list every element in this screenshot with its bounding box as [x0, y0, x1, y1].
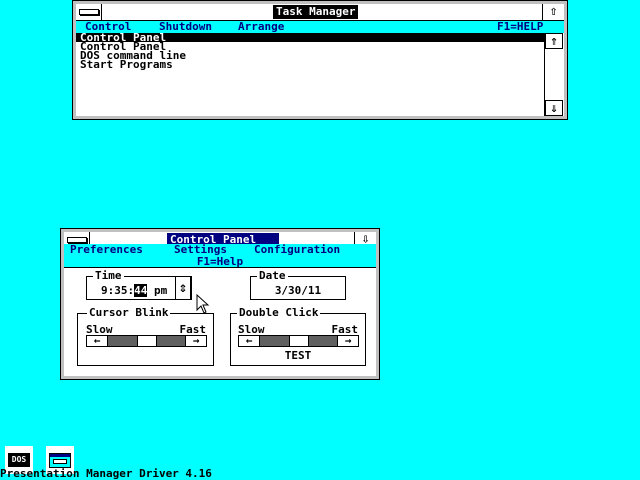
time-hour-min: 9:35:: [101, 284, 135, 297]
slider-left-button[interactable]: ←: [87, 334, 108, 347]
cursor-blink-group: Cursor Blink Slow Fast ← →: [77, 307, 214, 366]
date-group: Date 3/30/11: [250, 270, 346, 300]
task-list-item[interactable]: Start Programs: [76, 59, 545, 70]
time-label: Time: [93, 269, 124, 282]
slider-thumb[interactable]: [136, 336, 157, 346]
slider-right-button[interactable]: →: [337, 334, 358, 347]
time-group: Time 9:35:44 pm ⇕: [86, 270, 192, 300]
scroll-down-button[interactable]: ⇓: [545, 100, 563, 116]
menu-help[interactable]: F1=HELP: [497, 21, 543, 33]
help-line: F1=Help: [64, 256, 376, 268]
system-menu-icon: [79, 9, 99, 15]
double-click-test-area[interactable]: TEST: [231, 350, 365, 362]
task-manager-window: Task Manager ⇧ Control Shutdown Arrange …: [72, 0, 568, 120]
window-icon: [49, 453, 71, 468]
time-ampm: pm: [154, 284, 168, 297]
arrow-left-icon: ←: [93, 334, 101, 347]
menu-configuration[interactable]: Configuration: [254, 244, 340, 256]
restore-icon: ⇧: [549, 4, 558, 19]
scroll-up-button[interactable]: ⇑: [545, 33, 563, 49]
system-menu-button[interactable]: [76, 4, 102, 20]
slider-left-button[interactable]: ←: [239, 334, 260, 347]
arrow-right-icon: →: [192, 334, 200, 347]
time-spin-button[interactable]: ⇕: [175, 276, 191, 300]
menu-arrange[interactable]: Arrange: [238, 21, 284, 33]
double-click-slider[interactable]: ← →: [238, 335, 359, 347]
cursor-blink-label: Cursor Blink: [87, 306, 171, 319]
title-bar[interactable]: Task Manager ⇧: [76, 4, 564, 21]
dos-icon-label: DOS: [11, 455, 27, 464]
arrow-left-icon: ←: [245, 334, 253, 347]
time-field[interactable]: 9:35:44 pm: [101, 284, 168, 297]
restore-button[interactable]: ⇧: [542, 4, 564, 20]
arrow-down-icon: ⇓: [550, 101, 558, 116]
arrow-right-icon: →: [344, 334, 352, 347]
spin-arrows-icon: ⇕: [178, 280, 188, 296]
cursor-blink-slider[interactable]: ← →: [86, 335, 207, 347]
status-text: Presentation Manager Driver 4.16: [0, 467, 212, 480]
menu-shutdown[interactable]: Shutdown: [159, 21, 212, 33]
task-list: Control Panel Control Panel DOS command li…: [76, 32, 545, 116]
double-click-group: Double Click Slow Fast ← → TEST: [230, 307, 366, 366]
time-seconds[interactable]: 44: [134, 284, 148, 297]
window-icon-body: [53, 459, 67, 464]
slider-thumb[interactable]: [288, 336, 309, 346]
date-field[interactable]: 3/30/11: [251, 285, 345, 297]
date-label: Date: [257, 269, 288, 282]
window-title: Task Manager: [273, 5, 359, 19]
window-icon-titlebar: [50, 454, 70, 457]
vertical-scrollbar[interactable]: ⇑ ⇓: [544, 33, 564, 116]
dos-icon: DOS: [8, 453, 30, 467]
mouse-pointer-icon: [196, 294, 210, 314]
double-click-label: Double Click: [237, 306, 321, 319]
arrow-up-icon: ⇑: [550, 34, 558, 49]
slider-right-button[interactable]: →: [185, 334, 206, 347]
control-panel-window: Control Panel ⇩ Preferences Settings Con…: [60, 228, 380, 380]
menu-preferences[interactable]: Preferences: [70, 244, 143, 256]
